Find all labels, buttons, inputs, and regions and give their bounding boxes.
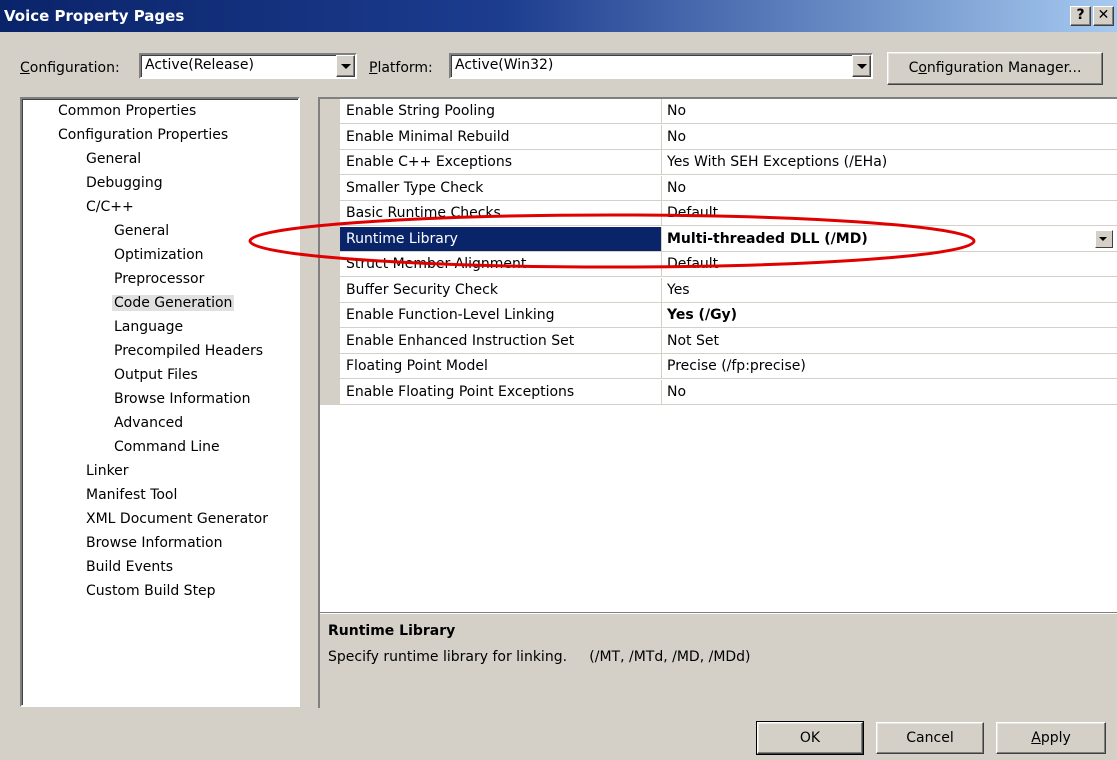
property-name: Enable Function-Level Linking — [346, 307, 555, 323]
tree-item[interactable]: Debugging — [84, 175, 165, 191]
tree-item[interactable]: Browse Information — [112, 391, 252, 407]
property-name: Enable String Pooling — [346, 103, 495, 119]
column-divider — [661, 201, 662, 226]
column-divider — [661, 277, 662, 303]
tree-item[interactable]: Precompiled Headers — [112, 343, 265, 359]
tree-item[interactable]: Optimization — [112, 247, 206, 263]
tree-item[interactable]: Linker — [84, 463, 131, 479]
property-tree[interactable]: Common Properties Configuration Propertie… — [20, 97, 300, 707]
property-value[interactable]: Yes — [667, 282, 690, 298]
platform-dropdown-button[interactable] — [852, 55, 871, 77]
property-value[interactable]: Default — [667, 256, 718, 272]
tree-item[interactable]: Common Properties — [56, 103, 198, 119]
tree-item[interactable]: Preprocessor — [112, 271, 206, 287]
property-name: Floating Point Model — [346, 358, 488, 374]
column-divider — [661, 303, 662, 328]
description-panel: Runtime Library Specify runtime library … — [318, 612, 1117, 708]
tree-item[interactable]: General — [84, 151, 143, 167]
tree-item[interactable]: XML Document Generator — [84, 511, 270, 527]
property-value[interactable]: No — [667, 129, 686, 145]
tree-item[interactable]: General — [112, 223, 171, 239]
property-row[interactable]: Struct Member Alignment Default — [340, 252, 1117, 277]
chevron-down-icon — [857, 64, 867, 69]
tree-item[interactable]: Code Generation — [112, 295, 235, 311]
property-value[interactable]: No — [667, 384, 686, 400]
configuration-value: Active(Release) — [145, 57, 254, 73]
property-row[interactable]: Enable Floating Point Exceptions No — [340, 379, 1117, 405]
tree-item[interactable]: Language — [112, 319, 185, 335]
property-name: Enable Enhanced Instruction Set — [346, 332, 575, 349]
property-value[interactable]: No — [667, 180, 686, 196]
column-divider — [661, 379, 662, 405]
property-row[interactable]: Enable Function-Level Linking Yes (/Gy) — [340, 303, 1117, 328]
tree-item[interactable]: Advanced — [112, 415, 185, 431]
configuration-select[interactable]: Active(Release) — [139, 53, 357, 79]
description-text: Specify runtime library for linking. (/M… — [328, 649, 751, 665]
property-name: Struct Member Alignment — [346, 256, 527, 272]
platform-label: Platform: — [369, 60, 433, 76]
title-bar: Voice Property Pages ? ✕ — [0, 0, 1117, 32]
column-divider — [661, 99, 662, 124]
cancel-button[interactable]: Cancel — [876, 722, 984, 754]
tree-item[interactable]: Command Line — [112, 439, 222, 455]
property-name: Basic Runtime Checks — [346, 205, 501, 221]
property-value[interactable]: Default — [667, 205, 718, 221]
platform-value: Active(Win32) — [455, 57, 554, 73]
window-title: Voice Property Pages — [4, 7, 185, 25]
description-title: Runtime Library — [328, 623, 456, 639]
apply-button[interactable]: Apply — [996, 722, 1106, 754]
property-value[interactable]: Multi-threaded DLL (/MD) — [667, 231, 868, 247]
configuration-dropdown-button[interactable] — [336, 55, 355, 77]
value-dropdown-button[interactable] — [1095, 229, 1113, 248]
property-row[interactable]: Enable C++ Exceptions Yes With SEH Except… — [340, 150, 1117, 175]
column-divider — [661, 150, 662, 175]
property-name: Buffer Security Check — [346, 281, 498, 298]
grid-gutter — [320, 99, 340, 405]
column-divider — [661, 354, 662, 379]
tree-item[interactable]: Custom Build Step — [84, 583, 218, 599]
property-row[interactable]: Buffer Security Check Yes — [340, 277, 1117, 303]
property-value[interactable]: No — [667, 103, 686, 119]
property-name: Enable C++ Exceptions — [346, 154, 513, 170]
help-icon: ? — [1076, 7, 1085, 23]
column-divider — [661, 175, 662, 201]
property-row[interactable]: Basic Runtime Checks Default — [340, 201, 1117, 226]
property-name: Enable Minimal Rebuild — [346, 128, 510, 145]
platform-select[interactable]: Active(Win32) — [449, 53, 873, 79]
close-button[interactable]: ✕ — [1093, 6, 1114, 26]
property-row[interactable]: Enable Minimal Rebuild No — [340, 124, 1117, 150]
tree-item[interactable]: Configuration Properties — [56, 127, 230, 143]
chevron-down-icon — [341, 64, 351, 69]
column-divider — [661, 328, 662, 354]
tree-item[interactable]: Build Events — [84, 559, 175, 575]
column-divider — [661, 226, 662, 252]
property-grid[interactable]: Enable String Pooling No Enable Minimal Re… — [318, 97, 1117, 612]
tree-item[interactable]: Browse Information — [84, 535, 224, 551]
column-divider — [661, 252, 662, 277]
property-row[interactable]: Enable String Pooling No — [340, 99, 1117, 124]
configuration-label: Configuration: — [20, 60, 120, 76]
column-divider — [661, 124, 662, 150]
property-value[interactable]: Not Set — [667, 333, 719, 349]
close-icon: ✕ — [1097, 7, 1110, 23]
help-button[interactable]: ? — [1070, 6, 1091, 26]
property-value[interactable]: Yes (/Gy) — [667, 307, 737, 323]
tree-item[interactable]: Manifest Tool — [84, 487, 179, 503]
configuration-manager-button[interactable]: Configuration Manager... — [887, 52, 1103, 85]
property-row[interactable]: Smaller Type Check No — [340, 175, 1117, 201]
tree-item[interactable]: C/C++ — [84, 199, 136, 215]
property-name: Runtime Library — [346, 230, 458, 247]
chevron-down-icon — [1099, 236, 1107, 241]
property-row[interactable]: Floating Point Model Precise (/fp:precise… — [340, 354, 1117, 379]
property-value[interactable]: Yes With SEH Exceptions (/EHa) — [667, 154, 887, 170]
property-name: Enable Floating Point Exceptions — [346, 383, 575, 400]
property-row[interactable]: Runtime Library Multi-threaded DLL (/MD) — [340, 226, 1117, 252]
property-value[interactable]: Precise (/fp:precise) — [667, 358, 806, 374]
tree-item[interactable]: Output Files — [112, 367, 200, 383]
ok-button[interactable]: OK — [756, 721, 864, 755]
property-name: Smaller Type Check — [346, 179, 484, 196]
property-row[interactable]: Enable Enhanced Instruction Set Not Set — [340, 328, 1117, 354]
